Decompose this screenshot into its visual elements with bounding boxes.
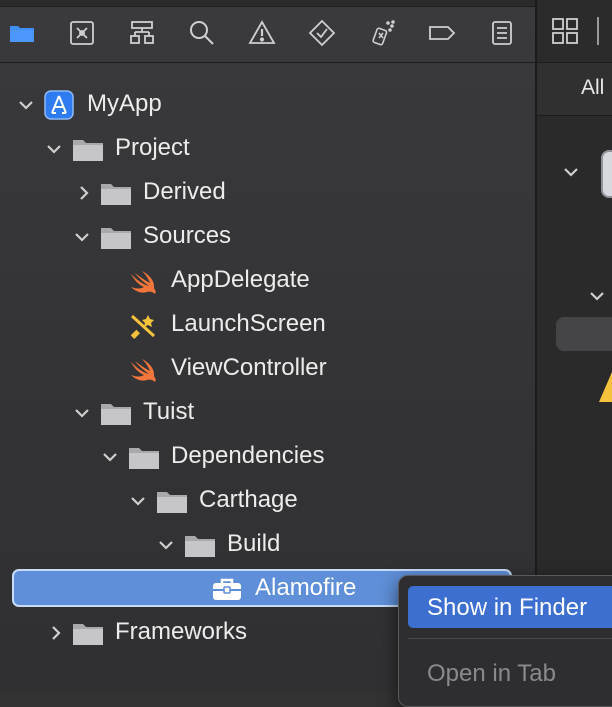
editor-filter-bar: All <box>537 63 612 116</box>
xcode-app-icon <box>44 90 74 120</box>
chevron-down-icon[interactable] <box>44 139 64 159</box>
tree-label: LaunchScreen <box>171 310 326 337</box>
chevron-down-icon[interactable] <box>100 447 120 467</box>
folder-icon <box>73 140 103 161</box>
framework-toolbox-icon <box>213 578 241 600</box>
target-icon <box>601 150 612 198</box>
folder-icon <box>101 228 131 249</box>
tree-label: Tuist <box>143 398 195 425</box>
warning-icon[interactable] <box>247 18 277 48</box>
folder-icon <box>101 404 131 425</box>
editor-toolbar <box>537 0 612 63</box>
tree-label: Dependencies <box>171 442 325 469</box>
chevron-down-icon[interactable] <box>128 491 148 511</box>
warning-icon <box>599 372 612 402</box>
tree-label: Alamofire <box>255 574 357 601</box>
menu-item-label: Show in Finder <box>427 594 588 621</box>
menu-separator <box>408 638 612 639</box>
folder-icon <box>101 184 131 205</box>
chevron-down-icon[interactable] <box>587 286 607 306</box>
tree-label: ViewController <box>171 354 327 381</box>
debug-spray-icon[interactable] <box>367 18 397 48</box>
swift-icon <box>131 359 156 382</box>
hierarchy-icon[interactable] <box>127 18 157 48</box>
setting-field[interactable] <box>556 317 612 351</box>
tree-label: MyApp <box>87 90 162 117</box>
chevron-down-icon[interactable] <box>16 95 36 115</box>
folder-icon <box>157 492 187 513</box>
tree-label: Sources <box>143 222 232 249</box>
search-icon[interactable] <box>187 18 217 48</box>
tree-label: Derived <box>143 178 226 205</box>
menu-item-open-in-tab[interactable]: Open in Tab <box>427 660 556 688</box>
tree-label: Project <box>115 134 190 161</box>
grid-layout-icon[interactable] <box>551 17 579 45</box>
folder-icon <box>129 448 159 469</box>
swift-icon <box>131 271 156 294</box>
folder-icon <box>73 624 103 645</box>
report-list-icon[interactable] <box>487 18 517 48</box>
tree-label: Carthage <box>199 486 298 513</box>
chevron-down-icon[interactable] <box>156 535 176 555</box>
chevron-down-icon[interactable] <box>72 227 92 247</box>
filter-all-tab[interactable]: All <box>581 76 604 100</box>
chevron-down-icon[interactable] <box>561 162 581 182</box>
storyboard-icon <box>130 314 156 339</box>
tree-label: AppDelegate <box>171 266 310 293</box>
chevron-right-icon[interactable] <box>46 623 66 643</box>
chevron-right-icon[interactable] <box>74 183 94 203</box>
tree-label: Build <box>227 530 281 557</box>
folder-icon <box>185 536 215 557</box>
test-diamond-icon[interactable] <box>307 18 337 48</box>
folder-icon[interactable] <box>7 18 37 48</box>
context-menu: Show in Finder Open in Tab <box>398 575 612 707</box>
chevron-down-icon[interactable] <box>72 403 92 423</box>
source-control-icon[interactable] <box>67 18 97 48</box>
breakpoint-tag-icon[interactable] <box>427 18 457 48</box>
toolbar-separator <box>597 17 599 45</box>
tree-label: Frameworks <box>115 618 248 645</box>
navigator-toolbar <box>0 6 535 63</box>
